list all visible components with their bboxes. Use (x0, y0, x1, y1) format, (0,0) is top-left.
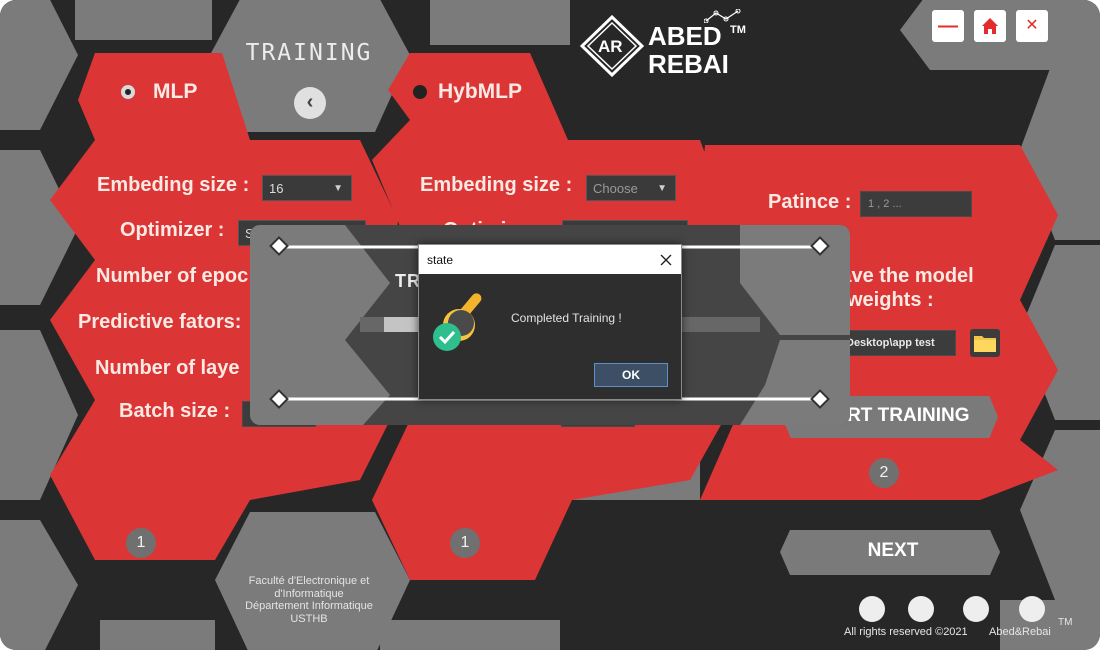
save-weights-label-2: weights : (847, 289, 934, 311)
close-icon (660, 254, 672, 266)
mlp-predictive-label: Predictive fators: (78, 311, 242, 333)
chevron-down-icon: ▼ (333, 183, 343, 194)
state-dialog: state Completed Training ! OK (418, 244, 682, 400)
dialog-close-button[interactable] (659, 249, 673, 272)
faculty-line-4: USTHB (290, 612, 328, 625)
mlp-layers-label: Number of laye (95, 357, 240, 379)
browse-folder-button[interactable] (970, 329, 1000, 357)
app-window: TRAINING ‹ AR ABED REBAI TM — ✕ MLP Embe… (0, 0, 1100, 650)
patience-input[interactable]: 1 , 2 ... (860, 191, 972, 217)
close-icon: ✕ (1025, 17, 1039, 34)
minimize-button[interactable]: — (932, 10, 964, 42)
faculty-line-2: d'Informatique (274, 587, 344, 600)
copyright-text: All rights reserved ©2021 (844, 626, 968, 638)
dialog-title-bar: state (419, 245, 681, 274)
dialog-message: Completed Training ! (511, 311, 622, 325)
hybmlp-embedding-placeholder: Choose (593, 181, 638, 196)
next-button-label: NEXT (867, 540, 919, 561)
mlp-embedding-select[interactable]: 16 ▼ (262, 175, 352, 201)
logo-line1: ABED (648, 21, 722, 51)
social-dot-4[interactable] (1019, 596, 1045, 622)
mlp-radio[interactable] (121, 85, 135, 99)
home-icon (982, 18, 998, 34)
dialog-title: state (427, 253, 454, 267)
mlp-batch-label: Batch size : (119, 400, 231, 422)
mlp-epochs-label: Number of epoc (96, 265, 249, 287)
footer-brand: Abed&Rebai (989, 626, 1051, 638)
logo-trademark: TM (730, 24, 746, 36)
hybmlp-embedding-label: Embeding size : (420, 174, 573, 196)
mlp-embedding-value: 16 (269, 181, 284, 196)
brush-check-icon (433, 293, 482, 351)
save-path-input[interactable]: Desktop\app test (838, 330, 956, 356)
hybmlp-radio-label: HybMLP (438, 80, 522, 103)
faculty-line-1: Faculté d'Electronique et (248, 575, 370, 587)
chevron-left-icon: ‹ (306, 91, 314, 113)
mlp-optimizer-label: Optimizer : (120, 219, 225, 241)
faculty-info: Faculté d'Electronique et d'Informatique… (226, 575, 392, 625)
hybmlp-step-badge: 1 (450, 528, 480, 558)
social-dot-3[interactable] (963, 596, 989, 622)
footer-trademark: TM (1058, 617, 1073, 628)
mlp-embedding-label: Embeding size : (97, 174, 250, 196)
page-title: TRAINING (245, 40, 373, 66)
mlp-radio-label: MLP (153, 80, 198, 103)
logo-chart-icon (704, 9, 741, 23)
social-dot-1[interactable] (859, 596, 885, 622)
back-button[interactable]: ‹ (294, 87, 326, 119)
home-button[interactable] (974, 10, 1006, 42)
logo: AR ABED REBAI TM (580, 9, 750, 79)
next-button[interactable]: NEXT (786, 530, 1000, 574)
folder-icon (974, 336, 996, 352)
patience-label: Patince : (768, 191, 852, 213)
logo-initials: AR (598, 37, 623, 56)
faculty-line-3: Département Informatique (245, 600, 373, 612)
dialog-ok-button[interactable]: OK (594, 363, 668, 387)
hybmlp-embedding-select[interactable]: Choose ▼ (586, 175, 676, 201)
right-step-badge: 2 (869, 458, 899, 488)
social-dot-2[interactable] (908, 596, 934, 622)
minimize-icon: — (938, 15, 958, 37)
close-button[interactable]: ✕ (1016, 10, 1048, 42)
logo-line2: REBAI (648, 49, 729, 79)
mlp-step-badge: 1 (126, 528, 156, 558)
chevron-down-icon: ▼ (657, 183, 667, 194)
hybmlp-radio[interactable] (413, 85, 427, 99)
